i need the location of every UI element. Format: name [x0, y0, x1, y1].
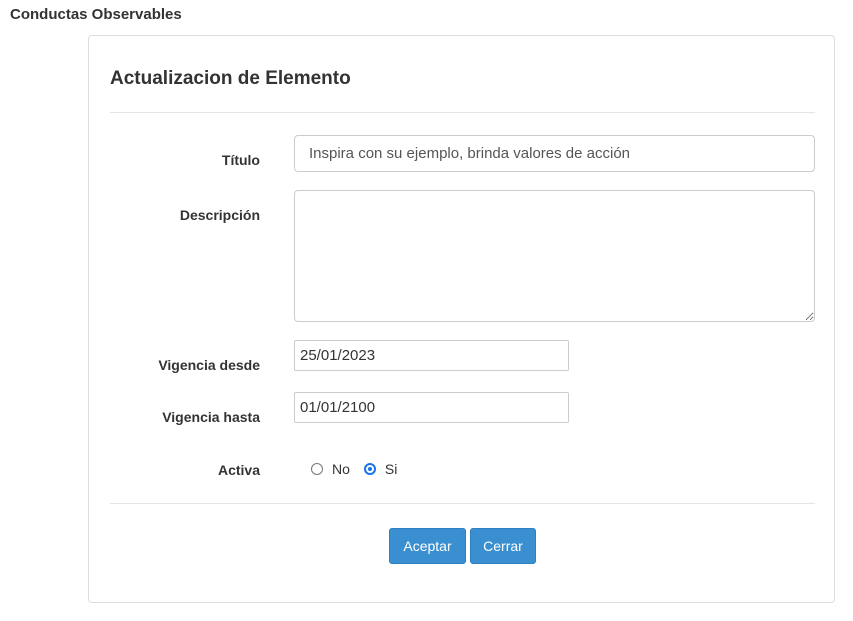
- vigencia-desde-label: Vigencia desde: [158, 357, 260, 373]
- update-element-panel: Actualizacion de Elemento Título Descrip…: [88, 35, 835, 603]
- activa-si-radio[interactable]: [363, 463, 376, 475]
- descripcion-label: Descripción: [179, 207, 260, 223]
- vigencia-hasta-input[interactable]: [294, 392, 569, 423]
- activa-radio-group: No Si: [311, 461, 397, 477]
- titulo-label: Título: [221, 152, 260, 168]
- vigencia-hasta-label: Vigencia hasta: [162, 409, 260, 425]
- activa-no-radio[interactable]: [311, 463, 323, 475]
- activa-no-label[interactable]: No: [332, 461, 350, 477]
- titulo-input[interactable]: [294, 135, 815, 172]
- activa-label: Activa: [217, 462, 260, 478]
- footer-divider: [110, 503, 815, 504]
- page-title: Conductas Observables: [10, 6, 182, 23]
- aceptar-button[interactable]: Aceptar: [389, 528, 466, 564]
- cerrar-button[interactable]: Cerrar: [470, 528, 536, 564]
- activa-si-label[interactable]: Si: [385, 461, 397, 477]
- vigencia-desde-input[interactable]: [294, 340, 569, 371]
- header-divider: [110, 112, 815, 113]
- dialog-title: Actualizacion de Elemento: [110, 68, 351, 89]
- descripcion-textarea[interactable]: [294, 190, 815, 322]
